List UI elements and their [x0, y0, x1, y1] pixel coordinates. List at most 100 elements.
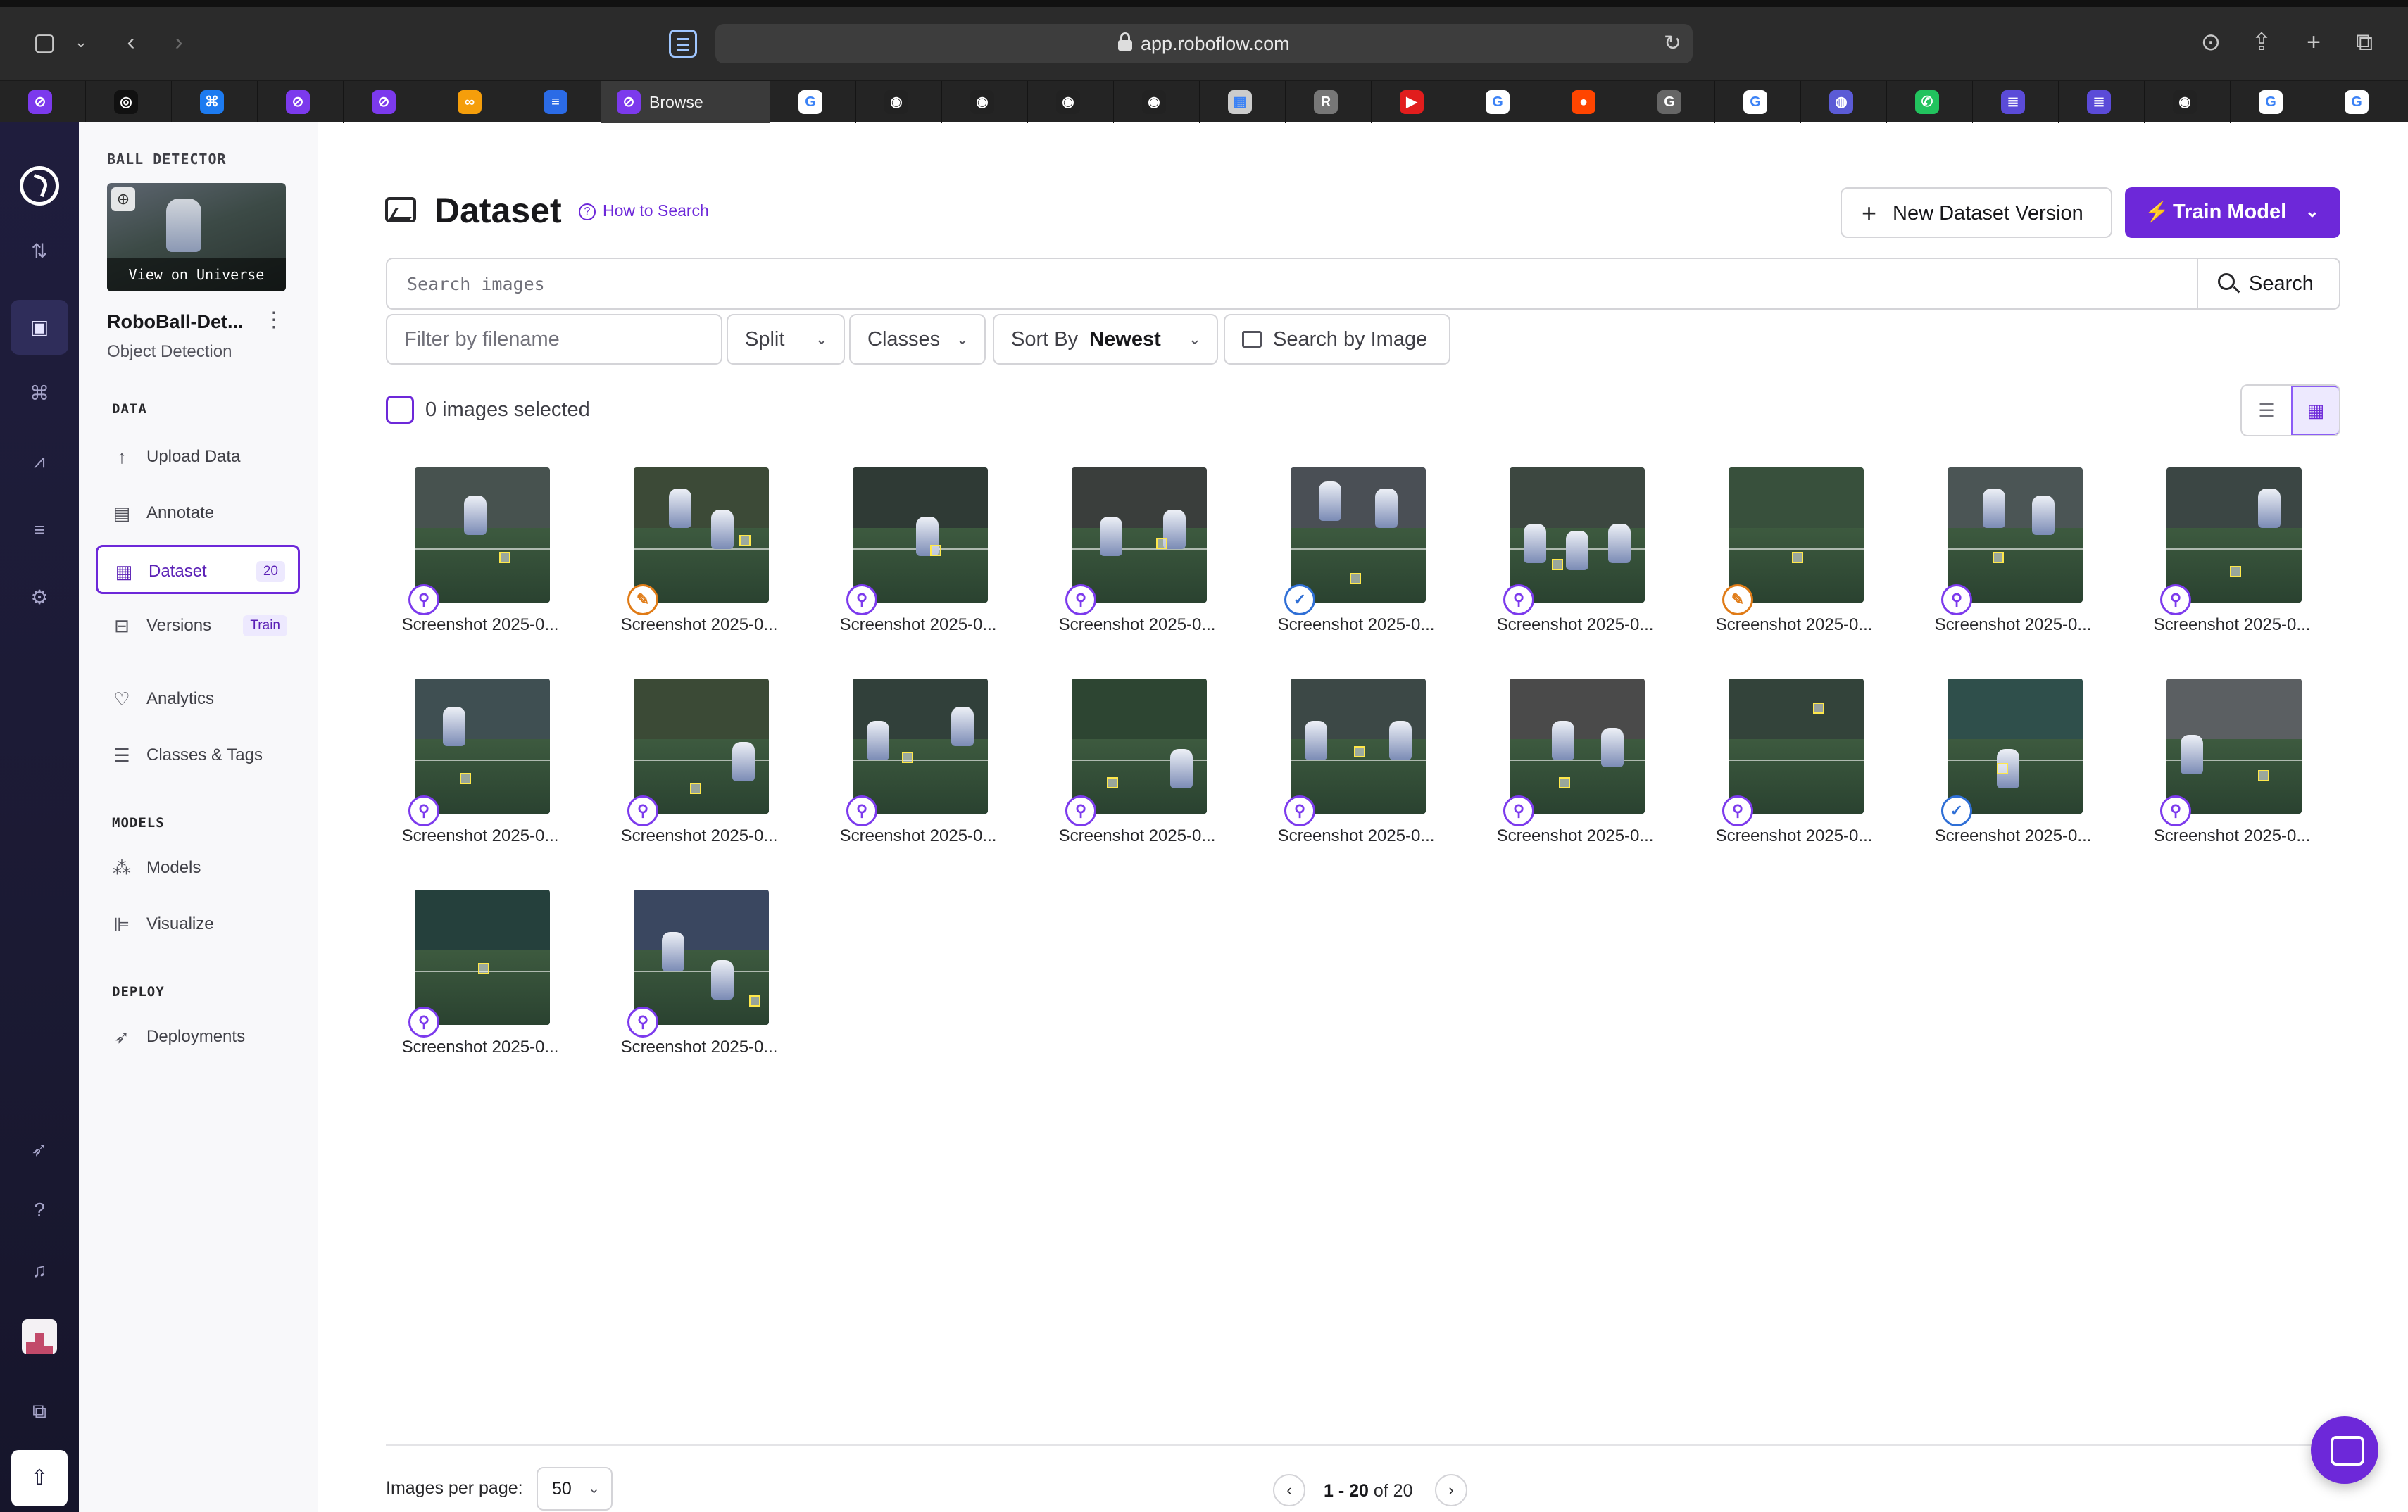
browser-tab[interactable]: ∞ — [429, 81, 515, 123]
image-tile[interactable]: ⚲ Screenshot 2025-0... — [822, 679, 1005, 862]
image-tile[interactable]: ⚲ Screenshot 2025-0... — [603, 890, 786, 1073]
train-model-button[interactable]: ⚡ Train Model ⌄ — [2125, 187, 2340, 238]
help-icon[interactable]: ? — [23, 1194, 56, 1226]
per-page-select[interactable]: 50 ⌄ — [537, 1467, 613, 1511]
nav-item-upload[interactable]: ↑ Upload Data — [96, 432, 300, 481]
image-tile[interactable]: ⚲ Screenshot 2025-0... — [1917, 467, 2100, 650]
how-to-search-link[interactable]: ? How to Search — [579, 201, 709, 220]
browser-tab[interactable]: ⊘ — [0, 81, 86, 123]
image-tile[interactable]: ✎ Screenshot 2025-0... — [603, 467, 786, 650]
browser-tab[interactable]: ◉ — [856, 81, 942, 123]
share-icon[interactable]: ⇪ — [2246, 24, 2277, 61]
image-tile[interactable]: ⚲ Screenshot 2025-0... — [384, 679, 567, 862]
docs-stack-icon[interactable]: ⧉ — [23, 1395, 56, 1428]
browser-tab[interactable]: R — [1286, 81, 1372, 123]
image-tile[interactable]: ⚲ Screenshot 2025-0... — [2136, 467, 2319, 650]
browser-tab[interactable]: ◉ — [942, 81, 1028, 123]
browser-tab[interactable]: ≣ — [2059, 81, 2145, 123]
browser-tab[interactable]: G — [1715, 81, 1801, 123]
browser-tab[interactable]: G — [770, 81, 856, 123]
browser-tab[interactable]: G — [1457, 81, 1543, 123]
download-icon[interactable]: ⊙ — [2195, 24, 2226, 61]
nav-item-visualize[interactable]: ⊫ Visualize — [96, 900, 300, 949]
image-thumbnail[interactable] — [1948, 679, 2083, 814]
image-thumbnail[interactable] — [415, 679, 550, 814]
browser-tab[interactable]: ▶ — [1372, 81, 1457, 123]
next-page-button[interactable]: › — [1435, 1474, 1467, 1506]
filename-filter-input[interactable]: Filter by filename — [386, 314, 722, 365]
upload-icon[interactable]: ⇧ — [11, 1450, 68, 1506]
address-bar[interactable]: app.roboflow.com ↻ — [715, 24, 1693, 63]
image-thumbnail[interactable] — [1510, 679, 1645, 814]
reload-icon[interactable]: ↻ — [1664, 24, 1681, 63]
image-thumbnail[interactable] — [1948, 467, 2083, 603]
workspace-avatar[interactable] — [22, 1319, 57, 1354]
settings-gear-icon[interactable]: ⚙ — [23, 581, 56, 614]
browser-tab[interactable]: ◉ — [2145, 81, 2231, 123]
browser-tab[interactable]: ◍ — [1801, 81, 1887, 123]
list-view-icon[interactable]: ☰ — [2242, 386, 2291, 435]
image-tile[interactable]: ✓ Screenshot 2025-0... — [1917, 679, 2100, 862]
nav-item-analytics[interactable]: ♡ Analytics — [96, 674, 300, 724]
browser-tab[interactable]: G — [1629, 81, 1715, 123]
nav-item-models[interactable]: ⁂ Models — [96, 843, 300, 893]
project-thumbnail[interactable]: ⊕ View on Universe — [107, 183, 286, 291]
image-thumbnail[interactable] — [2166, 679, 2302, 814]
image-tile[interactable]: ⚲ Screenshot 2025-0... — [603, 679, 786, 862]
classes-filter-dropdown[interactable]: Classes ⌄ — [849, 314, 986, 365]
tab-browse[interactable]: ⊘ Browse — [601, 81, 770, 123]
forward-arrow-icon[interactable]: › — [165, 24, 193, 61]
image-thumbnail[interactable] — [1510, 467, 1645, 603]
nav-item-versions[interactable]: ⊟ Versions Train — [96, 601, 300, 650]
reader-icon[interactable] — [669, 30, 697, 58]
chevron-down-icon[interactable]: ⌄ — [70, 24, 92, 61]
projects-inbox-icon[interactable]: ▣ — [11, 300, 68, 355]
image-thumbnail[interactable] — [634, 467, 769, 603]
browser-tab[interactable]: ⊘ — [344, 81, 429, 123]
browser-tab[interactable]: G — [2231, 81, 2316, 123]
image-tile[interactable]: ⚲ Screenshot 2025-0... — [2136, 679, 2319, 862]
back-arrow-icon[interactable]: ‹ — [117, 24, 145, 61]
search-by-image-button[interactable]: Search by Image — [1224, 314, 1450, 365]
workflows-icon[interactable]: ⌘ — [23, 377, 56, 410]
browser-tab[interactable]: G — [2316, 81, 2402, 123]
roboflow-logo-icon[interactable] — [20, 166, 59, 206]
new-dataset-version-button[interactable]: + New Dataset Version — [1841, 187, 2112, 238]
image-tile[interactable]: ⚲ Screenshot 2025-0... — [384, 890, 567, 1073]
image-thumbnail[interactable] — [1291, 467, 1426, 603]
browser-tab[interactable]: ⌘ — [172, 81, 258, 123]
browser-tab[interactable]: ⊘ — [258, 81, 344, 123]
image-thumbnail[interactable] — [853, 467, 988, 603]
sidebar-toggle-icon[interactable]: ▢ — [28, 24, 61, 61]
view-on-universe-link[interactable]: View on Universe — [107, 258, 286, 291]
browser-tab[interactable]: ≣ — [1973, 81, 2059, 123]
browser-tab[interactable]: ◉ — [1114, 81, 1200, 123]
bell-icon[interactable]: ♫ — [23, 1254, 56, 1287]
image-tile[interactable]: ⚲ Screenshot 2025-0... — [1698, 679, 1881, 862]
image-tile[interactable]: ⚲ Screenshot 2025-0... — [822, 467, 1005, 650]
nav-item-deployments[interactable]: ➶ Deployments — [96, 1012, 300, 1061]
rocket-icon[interactable]: ➶ — [23, 1133, 56, 1166]
image-tile[interactable]: ⚲ Screenshot 2025-0... — [1479, 679, 1662, 862]
chat-support-button[interactable] — [2311, 1416, 2378, 1484]
split-filter-dropdown[interactable]: Split ⌄ — [727, 314, 845, 365]
image-tile[interactable]: ✎ Screenshot 2025-0... — [1698, 467, 1881, 650]
image-thumbnail[interactable] — [1729, 679, 1864, 814]
image-tile[interactable]: ✓ Screenshot 2025-0... — [1260, 467, 1443, 650]
image-thumbnail[interactable] — [1291, 679, 1426, 814]
select-all-checkbox[interactable] — [386, 396, 414, 424]
image-thumbnail[interactable] — [853, 679, 988, 814]
grid-view-icon[interactable]: ▦ — [2291, 386, 2339, 435]
browser-tab[interactable]: ▦ — [1200, 81, 1286, 123]
browser-tab[interactable]: ◉ — [1028, 81, 1114, 123]
browser-tab[interactable]: ✆ — [1887, 81, 1973, 123]
more-vertical-icon[interactable]: ⋮ — [263, 308, 284, 332]
image-tile[interactable]: ⚲ Screenshot 2025-0... — [1479, 467, 1662, 650]
browser-tab[interactable]: G — [2402, 81, 2408, 123]
image-thumbnail[interactable] — [1729, 467, 1864, 603]
image-tile[interactable]: ⚲ Screenshot 2025-0... — [1260, 679, 1443, 862]
browser-tab[interactable]: ◎ — [86, 81, 172, 123]
image-tile[interactable]: ⚲ Screenshot 2025-0... — [384, 467, 567, 650]
nav-item-dataset[interactable]: ▦ Dataset 20 — [96, 545, 300, 594]
browser-tab[interactable]: ● — [1543, 81, 1629, 123]
